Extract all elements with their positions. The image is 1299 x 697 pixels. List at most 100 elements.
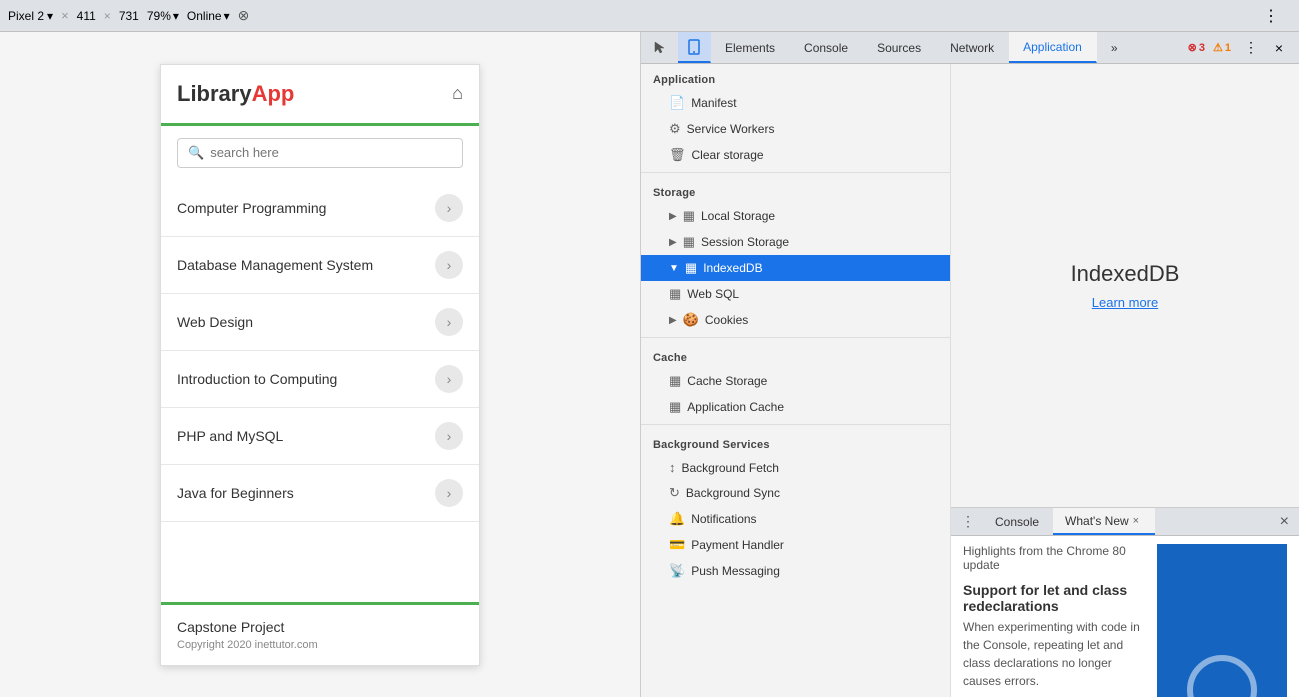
list-item[interactable]: Web Design › [161,294,479,351]
background-sync-icon: ↻ [669,485,680,501]
bottom-tab-close-icon[interactable]: × [1129,513,1143,529]
search-input[interactable] [210,145,452,160]
nav-arrow-icon: › [435,308,463,336]
list-item[interactable]: PHP and MySQL › [161,408,479,465]
devtools-sidebar: Application 📄 Manifest ⚙ Service Workers… [641,64,951,697]
sidebar-section-storage: Storage [641,177,950,203]
library-header: LibraryApp ⌂ [161,65,479,126]
devtools-main: IndexedDB Learn more ⋮ Console What's Ne… [951,64,1299,697]
sidebar-item-push-messaging-label: Push Messaging [691,564,780,578]
cursor-icon [651,40,667,56]
bottom-thumbnail: ▶ [1157,544,1287,697]
bottom-text-content: Highlights from the Chrome 80 update Sup… [963,544,1145,697]
library-logo: LibraryApp [177,81,294,107]
update-section-text-1: When experimenting with code in the Cons… [963,618,1145,690]
main-area: LibraryApp ⌂ 🔍 Computer Programming › Da… [0,32,1299,697]
indexeddb-title: IndexedDB [1071,261,1180,287]
sidebar-item-notifications[interactable]: 🔔 Notifications [641,506,950,532]
sidebar-item-service-workers[interactable]: ⚙ Service Workers [641,116,950,142]
sidebar-item-payment-handler[interactable]: 💳 Payment Handler [641,532,950,558]
sidebar-item-background-sync[interactable]: ↻ Background Sync [641,480,950,506]
learn-more-link[interactable]: Learn more [1092,295,1158,310]
footer-copyright: Copyright 2020 inettutor.com [177,639,463,651]
notifications-icon: 🔔 [669,511,685,527]
bottom-tab-console[interactable]: Console [983,508,1051,535]
tab-application-label: Application [1023,40,1082,54]
bottom-tab-console-label: Console [995,515,1039,529]
expand-arrow-icon: ▶ [669,315,677,326]
thumb-circle [1187,655,1257,697]
sidebar-item-application-cache[interactable]: ▦ Application Cache [641,394,950,420]
tab-cursor-tool[interactable] [641,32,678,63]
service-workers-icon: ⚙ [669,121,681,137]
push-messaging-icon: 📡 [669,563,685,579]
home-icon[interactable]: ⌂ [452,83,463,104]
error-badge: ⊗ 3 [1188,41,1205,54]
library-footer: Capstone Project Copyright 2020 inettuto… [161,602,479,665]
sidebar-item-clear-storage[interactable]: 🗑 Clear storage [641,142,950,168]
devtools-tab-bar: Elements Console Sources Network Applica… [641,32,1299,64]
sidebar-item-web-sql-label: Web SQL [687,287,739,301]
sidebar-item-indexeddb-label: IndexedDB [703,261,762,275]
tab-console[interactable]: Console [790,32,863,63]
device-label: Pixel 2 [8,9,44,23]
no-throttle-icon: ⊗ [238,7,250,24]
sidebar-item-web-sql[interactable]: ▦ Web SQL [641,281,950,307]
manifest-icon: 📄 [669,95,685,111]
sidebar-item-local-storage[interactable]: ▶ ▦ Local Storage [641,203,950,229]
sidebar-item-background-fetch[interactable]: ↕ Background Fetch [641,455,950,480]
tab-sources[interactable]: Sources [863,32,936,63]
sidebar-item-manifest[interactable]: 📄 Manifest [641,90,950,116]
width-value: 411 [77,9,96,23]
devtools-more-button[interactable]: ⋮ [1259,4,1283,28]
search-bar: 🔍 [177,138,463,168]
cache-storage-icon: ▦ [669,373,681,389]
nav-arrow-icon: › [435,194,463,222]
bottom-close-button[interactable]: × [1280,513,1295,531]
devtools-content-area: IndexedDB Learn more [951,64,1299,507]
tab-device-toolbar[interactable] [678,32,711,63]
nav-item-label: Web Design [177,314,253,330]
background-fetch-icon: ↕ [669,460,676,475]
sidebar-item-indexeddb[interactable]: ▼ ▦ IndexedDB [641,255,950,281]
tab-network[interactable]: Network [936,32,1009,63]
bottom-content: Highlights from the Chrome 80 update Sup… [951,536,1299,697]
bottom-tab-whats-new[interactable]: What's New × [1053,508,1155,535]
list-item[interactable]: Database Management System › [161,237,479,294]
nav-arrow-icon: › [435,251,463,279]
tab-elements[interactable]: Elements [711,32,790,63]
tab-more[interactable]: » [1097,32,1133,63]
sidebar-item-cookies[interactable]: ▶ 🍪 Cookies [641,307,950,333]
sidebar-section-background: Background Services [641,429,950,455]
list-item[interactable]: Introduction to Computing › [161,351,479,408]
expand-arrow-icon: ▼ [669,263,679,274]
list-item[interactable]: Computer Programming › [161,180,479,237]
bottom-panel-more-icon[interactable]: ⋮ [955,513,981,530]
nav-item-label: PHP and MySQL [177,428,283,444]
tab-network-label: Network [950,41,994,55]
zoom-selector[interactable]: 79% ▾ [147,9,179,23]
nav-item-label: Database Management System [177,257,373,273]
bottom-content-inner: Highlights from the Chrome 80 update Sup… [963,544,1287,697]
web-sql-icon: ▦ [669,286,681,302]
sidebar-item-cookies-label: Cookies [705,313,748,327]
list-item[interactable]: Java for Beginners › [161,465,479,522]
cookies-icon: 🍪 [683,312,699,328]
dim-x-sep: × [104,9,111,23]
device-toolbar-icon [686,39,702,55]
bottom-tab-bar: ⋮ Console What's New × × [951,508,1299,536]
warning-badge: ⚠ 1 [1213,41,1231,54]
tab-console-label: Console [804,41,848,55]
devtools-settings-button[interactable]: ⋮ [1239,36,1263,60]
tab-application[interactable]: Application [1009,32,1097,63]
online-selector[interactable]: Online ▾ [187,9,230,23]
devtools-dock-button[interactable]: × [1267,36,1291,60]
nav-item-label: Java for Beginners [177,485,294,501]
indexeddb-icon: ▦ [685,260,697,276]
device-selector[interactable]: Pixel 2 ▾ [8,9,53,23]
sidebar-item-session-storage[interactable]: ▶ ▦ Session Storage [641,229,950,255]
tab-elements-label: Elements [725,41,775,55]
sidebar-item-push-messaging[interactable]: 📡 Push Messaging [641,558,950,584]
devtools-body: Application 📄 Manifest ⚙ Service Workers… [641,64,1299,697]
sidebar-item-cache-storage[interactable]: ▦ Cache Storage [641,368,950,394]
